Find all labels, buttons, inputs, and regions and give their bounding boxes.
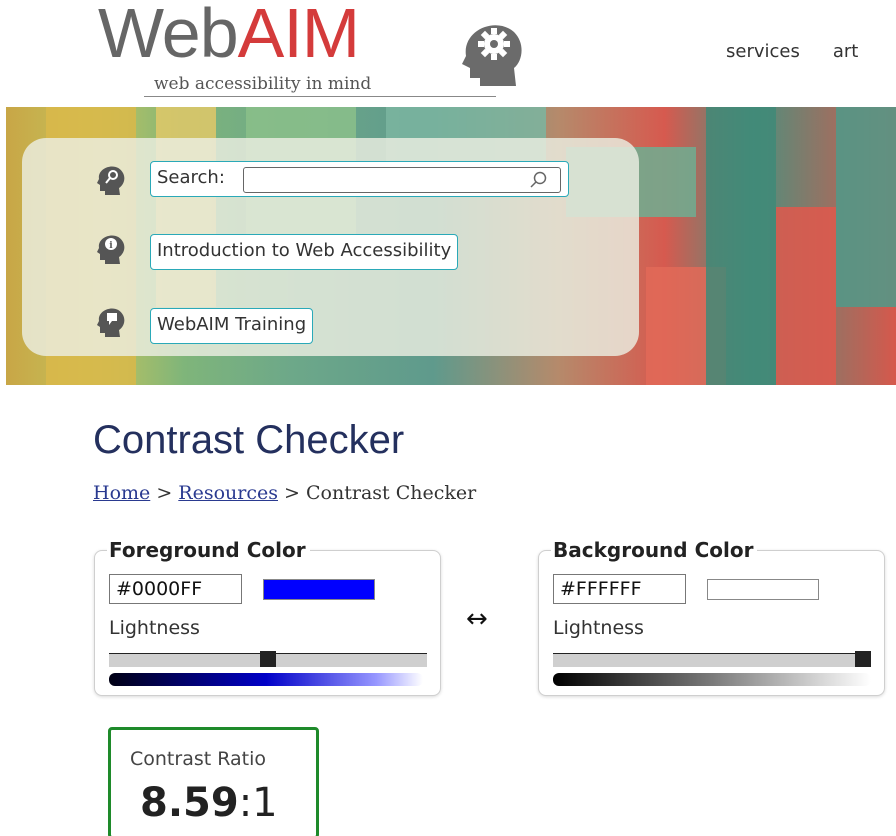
search-label: Search:	[157, 167, 225, 188]
logo-tagline: web accessibility in mind	[154, 74, 372, 94]
foreground-lightness-gradient	[109, 673, 423, 686]
main-nav: services art	[726, 41, 891, 62]
head-gear-icon	[462, 25, 522, 87]
intro-web-accessibility-link[interactable]: Introduction to Web Accessibility	[150, 234, 459, 270]
background-lightness-thumb[interactable]	[855, 651, 871, 667]
background-lightness-label: Lightness	[553, 617, 644, 639]
webaim-training-link[interactable]: WebAIM Training	[150, 308, 314, 344]
logo-web-text: Web	[98, 0, 239, 72]
page-title: Contrast Checker	[93, 418, 405, 462]
contrast-ratio-label: Contrast Ratio	[130, 748, 267, 770]
contrast-ratio-number: 8.59	[140, 780, 239, 826]
foreground-lightness-label: Lightness	[109, 617, 200, 639]
foreground-hex-input[interactable]: #0000FF	[109, 574, 242, 604]
logo-wordmark: WebAIM	[98, 0, 360, 68]
info-head-icon: i	[97, 235, 125, 264]
background-swatch[interactable]	[707, 579, 819, 600]
background-hex-input[interactable]: #FFFFFF	[553, 574, 686, 604]
background-lightness-gradient	[553, 673, 871, 686]
breadcrumb: Home > Resources > Contrast Checker	[93, 482, 476, 504]
svg-text:i: i	[109, 241, 113, 251]
nav-link-services[interactable]: services	[726, 41, 800, 62]
webaim-logo[interactable]: WebAIM web accessibility in mind	[98, 0, 548, 97]
foreground-color-group: Foreground Color #0000FF Lightness	[94, 538, 441, 696]
swap-arrows-icon[interactable]: ↔	[466, 604, 488, 634]
search-input[interactable]	[243, 167, 561, 193]
background-lightness-slider[interactable]	[553, 653, 871, 667]
logo-underline	[144, 96, 496, 97]
breadcrumb-current: Contrast Checker	[306, 482, 477, 504]
magnifier-icon[interactable]	[528, 170, 548, 190]
contrast-ratio-suffix: :1	[238, 780, 278, 826]
nav-link-articles[interactable]: art	[833, 41, 859, 62]
training-head-icon	[97, 308, 125, 337]
foreground-legend: Foreground Color	[107, 538, 310, 562]
breadcrumb-separator: >	[284, 482, 300, 504]
breadcrumb-resources-link[interactable]: Resources	[178, 482, 278, 504]
foreground-swatch[interactable]	[263, 579, 375, 600]
breadcrumb-separator: >	[156, 482, 173, 504]
foreground-lightness-thumb[interactable]	[260, 651, 276, 667]
contrast-ratio-box: Contrast Ratio 8.59:1	[108, 727, 319, 836]
background-color-group: Background Color #FFFFFF Lightness	[538, 538, 885, 696]
search-head-icon	[97, 166, 125, 195]
breadcrumb-home-link[interactable]: Home	[93, 482, 150, 504]
contrast-ratio-value: 8.59:1	[140, 780, 278, 826]
background-legend: Background Color	[551, 538, 758, 562]
logo-aim-text: AIM	[237, 0, 360, 72]
